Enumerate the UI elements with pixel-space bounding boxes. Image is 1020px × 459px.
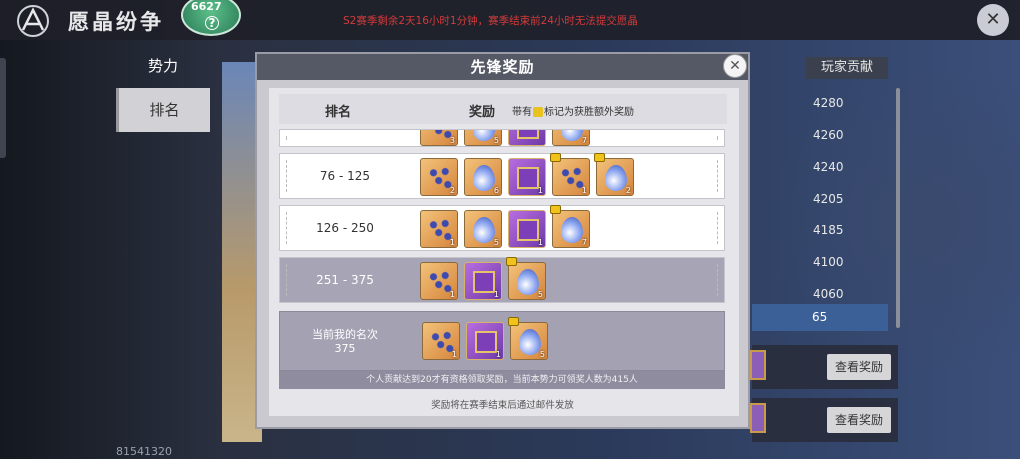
help-icon[interactable]: ? — [205, 16, 219, 30]
frame-item-icon[interactable]: 1 — [508, 158, 546, 196]
item-count: 1 — [495, 350, 501, 359]
crystal-count-badge[interactable]: 6627 ? — [181, 0, 241, 36]
item-count: 7 — [581, 238, 587, 247]
contribution-value: 4280 — [813, 96, 844, 110]
table-row: 126 - 250 1 5 1 7 — [279, 205, 725, 251]
table-row-current: 251 - 375 1 1 5 — [279, 257, 725, 303]
water-drop-icon[interactable]: 7 — [550, 205, 590, 248]
page-title: 愿晶纷争 — [68, 10, 164, 34]
contribution-value: 4185 — [813, 223, 844, 237]
frame-item-icon[interactable]: 1 — [508, 210, 546, 248]
water-drop-icon[interactable]: 5 — [508, 317, 548, 360]
table-row: 76 - 125 2 6 1 1 2 — [279, 153, 725, 199]
view-reward-button[interactable]: 查看奖励 — [827, 354, 891, 380]
crown-icon — [550, 153, 561, 162]
side-drawer-handle[interactable] — [0, 58, 6, 158]
crystal-shard-icon[interactable]: 3 — [420, 130, 458, 146]
item-count: 6 — [493, 186, 499, 195]
eligibility-note: 个人贡献达到20才有资格领取奖励，当前本势力可领奖人数为415人 — [279, 371, 725, 389]
water-drop-icon[interactable]: 2 — [594, 153, 634, 196]
water-drop-icon[interactable]: 5 — [464, 210, 502, 248]
tab-faction[interactable]: 势力 — [116, 44, 210, 88]
tab-ranking[interactable]: 排名 — [116, 88, 210, 132]
dialog-title: 先锋奖励 — [470, 58, 535, 76]
crystal-shard-icon[interactable]: 1 — [420, 262, 458, 300]
item-count: 2 — [449, 186, 455, 195]
item-count: 1 — [449, 238, 455, 247]
mail-delivery-note: 奖励将在赛季结束后通过邮件发放 — [431, 400, 574, 411]
reward-column-header: 奖励 — [469, 105, 496, 120]
legend-suffix: 标记为获胜额外奖励 — [544, 107, 634, 118]
rank-range: 126 - 250 — [316, 221, 374, 235]
my-rank-label: 当前我的名次 375 — [280, 328, 410, 356]
contribution-header: 玩家贡献 — [806, 57, 888, 79]
contribution-value: 4205 — [813, 192, 844, 206]
item-count: 5 — [493, 238, 499, 247]
frame-item-icon[interactable]: 1 — [464, 262, 502, 300]
contribution-value: 4240 — [813, 160, 844, 174]
frame-item-icon[interactable]: 1 — [466, 322, 504, 360]
item-count: 5 — [493, 136, 499, 145]
my-rank-panel: 当前我的名次 375 1 1 5 — [279, 311, 725, 371]
top-bar: 愿晶纷争 6627 ? S2赛季剩余2天16小时1分钟，赛季结束前24小时无法提… — [0, 0, 1020, 40]
item-count: 5 — [539, 350, 545, 359]
reward-table-header: 排名 奖励 带有 标记为获胜额外奖励 — [279, 94, 727, 124]
rank-range: 251 - 375 — [316, 273, 374, 287]
rank-column-header: 排名 — [325, 105, 352, 120]
crown-icon — [550, 205, 561, 214]
table-row: 3 5 7 — [279, 129, 725, 147]
my-contribution-value: 65 — [812, 310, 828, 324]
item-count: 1 — [449, 290, 455, 299]
frame-item-icon[interactable] — [508, 130, 546, 146]
contribution-value: 4100 — [813, 255, 844, 269]
vanguard-reward-dialog: 先锋奖励 ✕ 排名 奖励 带有 标记为获胜额外奖励 3 5 7 76 - 125 … — [255, 52, 750, 429]
view-reward-button[interactable]: 查看奖励 — [827, 407, 891, 433]
faction-logo-icon — [17, 5, 49, 37]
my-rank-value: 375 — [334, 342, 356, 355]
item-count: 7 — [581, 136, 587, 145]
item-count: 3 — [449, 136, 455, 145]
crown-icon — [508, 317, 519, 326]
water-drop-icon[interactable]: 6 — [464, 158, 502, 196]
item-count: 1 — [451, 350, 457, 359]
reward-chest-icon — [750, 403, 766, 433]
player-id: 81541320 — [116, 445, 172, 458]
water-drop-icon[interactable]: 5 — [464, 130, 502, 146]
item-count: 2 — [625, 186, 631, 195]
water-drop-icon[interactable]: 5 — [506, 257, 546, 300]
crown-icon — [533, 107, 543, 117]
my-rank-caption: 当前我的名次 — [312, 328, 378, 341]
crown-icon — [506, 257, 517, 266]
crown-icon — [594, 153, 605, 162]
contribution-value: 4060 — [813, 287, 844, 301]
crystal-shard-icon[interactable]: 2 — [420, 158, 458, 196]
ranking-scrollbar[interactable] — [896, 88, 900, 328]
crystal-shard-icon[interactable]: 1 — [422, 322, 460, 360]
dialog-header: 先锋奖励 ✕ — [257, 54, 748, 80]
contribution-value: 4260 — [813, 128, 844, 142]
my-contribution-row: 65 — [752, 304, 888, 331]
season-notice: S2赛季剩余2天16小时1分钟，赛季结束前24小时无法提交愿晶 — [343, 15, 638, 27]
reward-chest-icon — [750, 350, 766, 380]
item-count: 5 — [537, 290, 543, 299]
dialog-close-icon[interactable]: ✕ — [723, 54, 747, 78]
item-count: 1 — [537, 186, 543, 195]
crystal-shard-icon[interactable]: 1 — [550, 153, 590, 196]
item-count: 1 — [581, 186, 587, 195]
crystal-shard-icon[interactable]: 1 — [420, 210, 458, 248]
crystal-count: 6627 — [191, 0, 222, 13]
item-count: 1 — [537, 238, 543, 247]
water-drop-icon[interactable]: 7 — [552, 130, 590, 146]
close-icon[interactable]: ✕ — [977, 4, 1009, 36]
legend-prefix: 带有 — [512, 107, 532, 118]
rank-range: 76 - 125 — [319, 169, 371, 183]
item-count: 1 — [493, 290, 499, 299]
bonus-legend: 带有 标记为获胜额外奖励 — [512, 103, 634, 118]
